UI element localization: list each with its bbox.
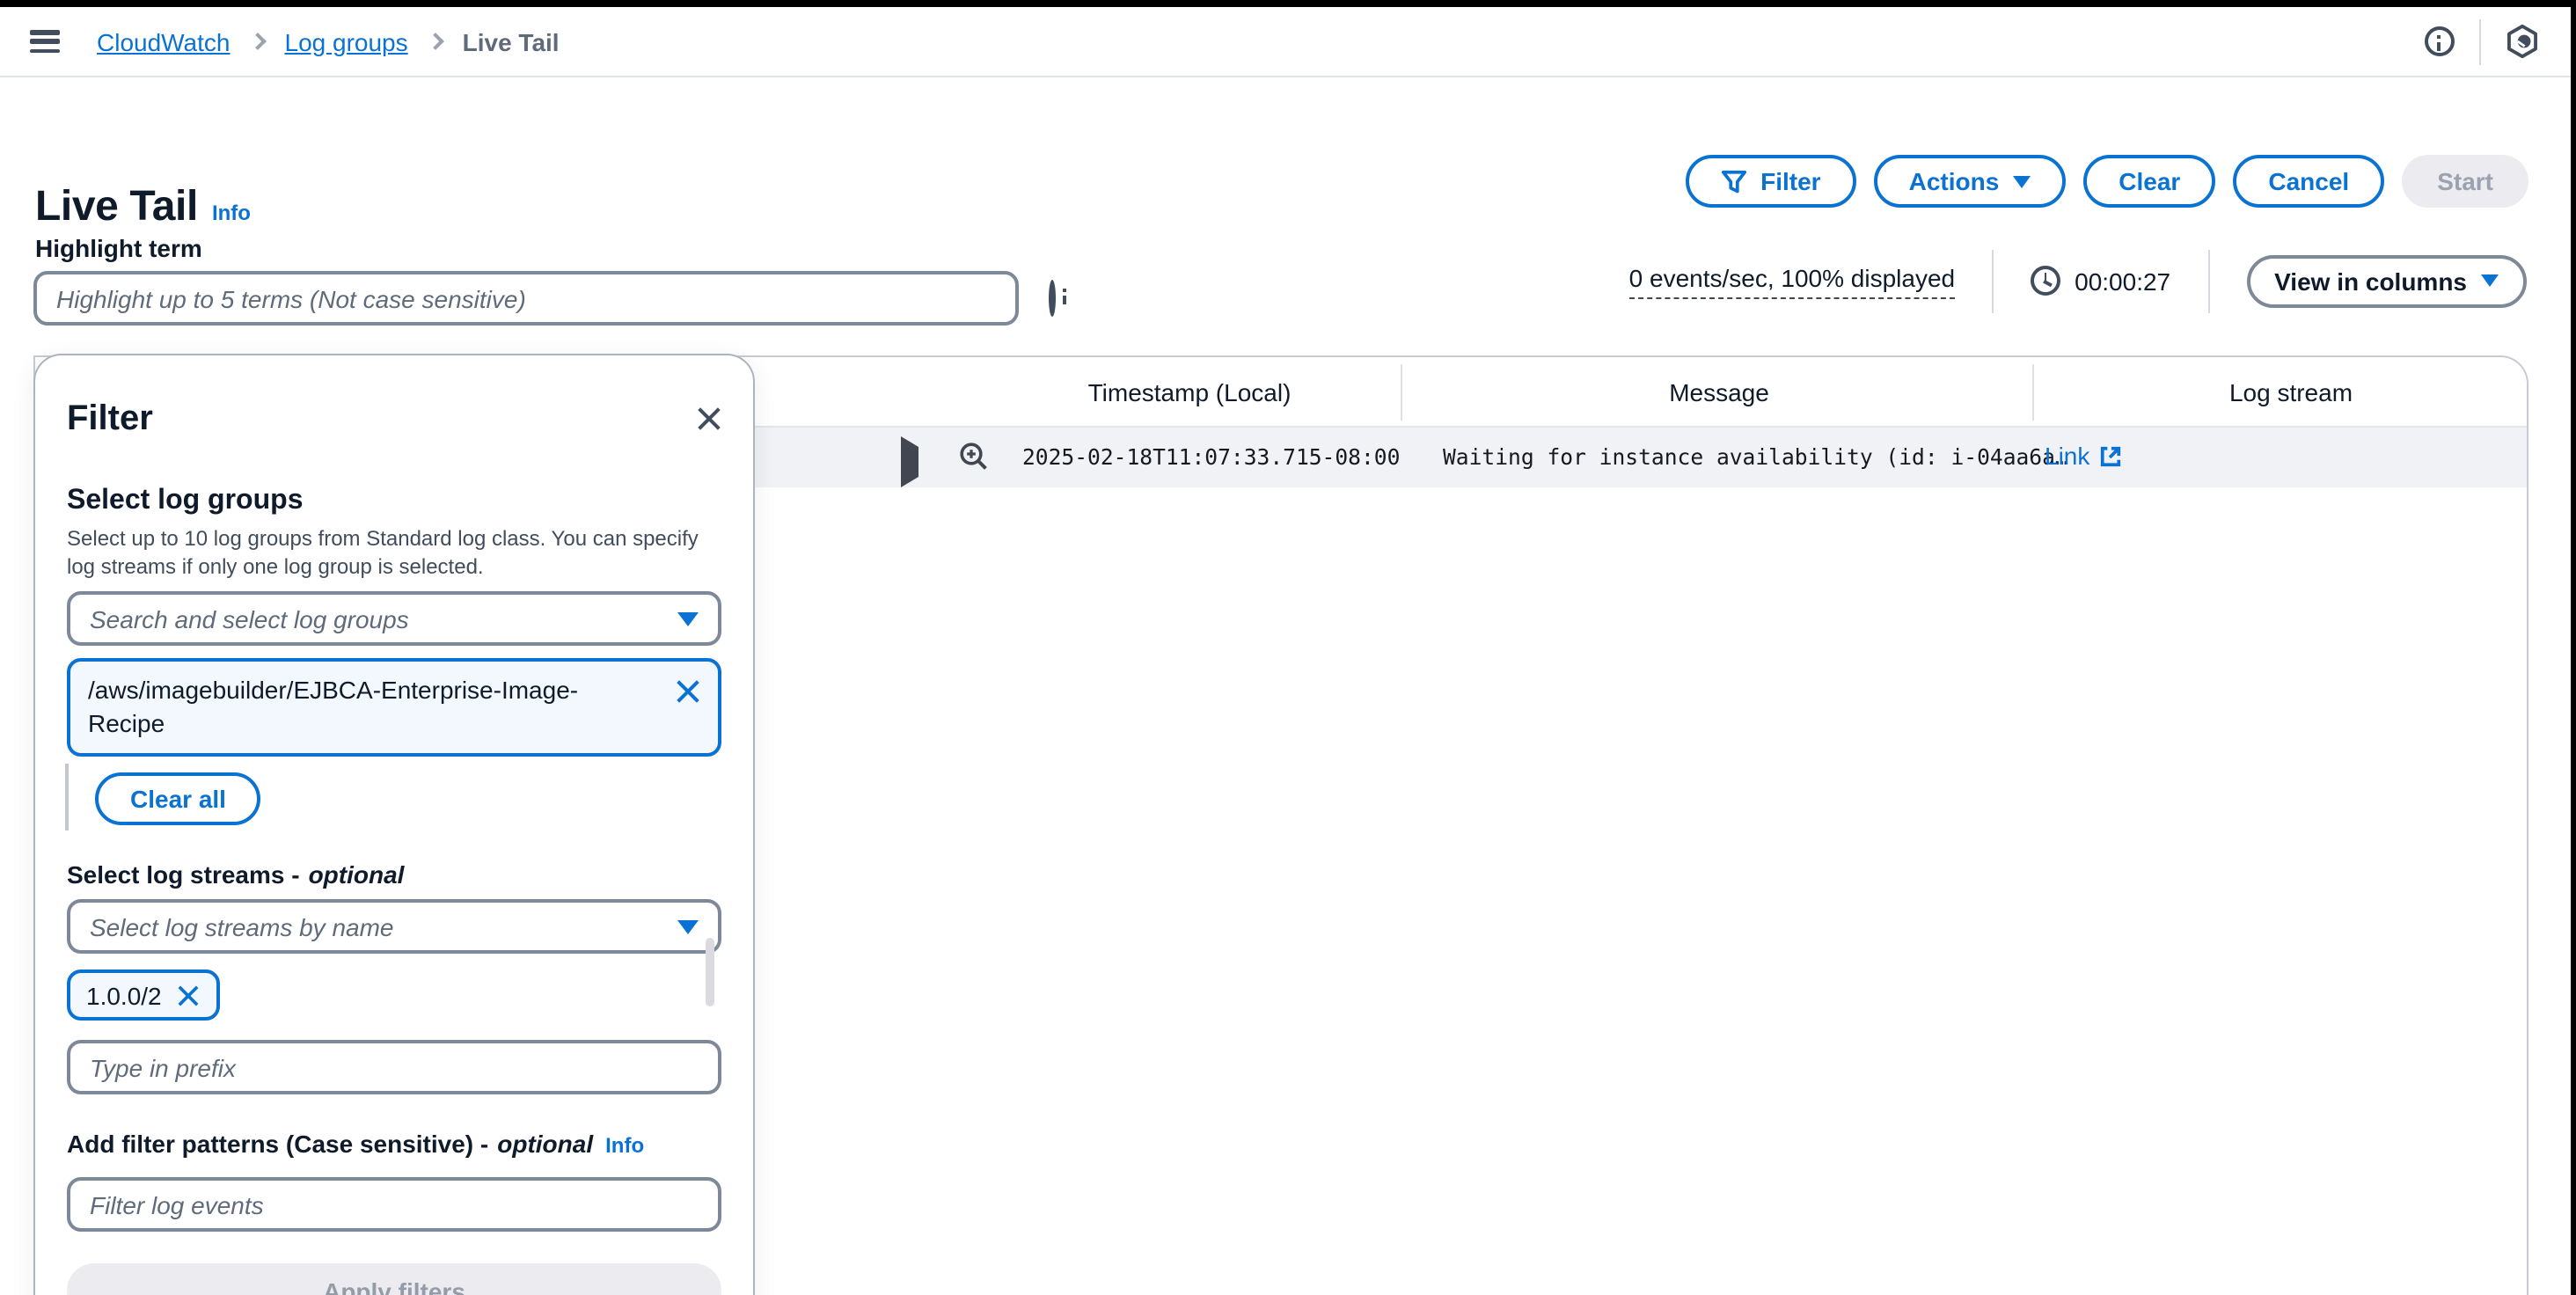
clear-button-label: Clear — [2119, 167, 2180, 195]
session-status-bar: 0 events/sec, 100% displayed 00:00:27 Vi… — [1629, 253, 2527, 308]
cloudshell-icon — [2503, 23, 2540, 60]
column-header-timestamp: Timestamp (Local) — [1088, 378, 1292, 406]
view-in-columns-label: View in columns — [2274, 267, 2467, 295]
filter-patterns-label-text: Add filter patterns (Case sensitive) - — [67, 1130, 488, 1158]
highlight-term-label: Highlight term — [35, 234, 202, 262]
column-header-message: Message — [1669, 378, 1769, 406]
chevron-right-icon — [427, 33, 444, 50]
highlight-term-input[interactable] — [33, 271, 1019, 326]
clear-button[interactable]: Clear — [2083, 155, 2215, 208]
session-timer: 00:00:27 — [2031, 266, 2170, 296]
event-timestamp: 2025-02-18T11:07:33.715-08:00 — [1022, 445, 1400, 470]
external-link-icon — [2098, 444, 2121, 467]
hamburger-menu-icon[interactable] — [30, 30, 60, 53]
inspect-event-button[interactable] — [959, 442, 989, 480]
clock-icon — [2031, 266, 2060, 296]
page-title: Live Tail — [35, 183, 198, 232]
select-log-groups-description: Select up to 10 log groups from Standard… — [67, 524, 721, 581]
caret-down-icon — [2013, 175, 2031, 187]
caret-down-icon — [677, 611, 699, 626]
nav-utilities — [2409, 11, 2551, 71]
filter-panel: Filter Select log groups Select up to 10… — [33, 354, 755, 1295]
screen-top-edge — [0, 0, 2576, 7]
screen-right-edge — [2571, 0, 2576, 1295]
actions-button-label: Actions — [1909, 167, 2000, 195]
log-streams-select-placeholder: Select log streams by name — [90, 912, 677, 940]
help-button[interactable] — [2409, 11, 2469, 71]
start-button-label: Start — [2437, 167, 2493, 195]
filter-pattern-input[interactable] — [67, 1177, 721, 1232]
clear-all-row: Clear all — [67, 772, 721, 825]
log-streams-select[interactable]: Select log streams by name — [67, 899, 721, 954]
column-header-log-stream: Log stream — [2229, 378, 2353, 406]
log-group-token: /aws/imagebuilder/EJBCA-Enterprise-Image… — [67, 658, 721, 757]
actions-button[interactable]: Actions — [1874, 155, 2067, 208]
divider — [2207, 249, 2209, 312]
cancel-button[interactable]: Cancel — [2233, 155, 2384, 208]
optional-text: optional — [309, 860, 405, 889]
zoom-in-icon — [959, 442, 989, 472]
filter-button[interactable]: Filter — [1685, 155, 1855, 208]
clear-all-label: Clear all — [130, 785, 226, 813]
select-log-groups-label: Select log groups — [67, 486, 721, 517]
events-rate-stat[interactable]: 0 events/sec, 100% displayed — [1629, 263, 1955, 298]
filter-panel-title: Filter — [67, 399, 153, 439]
token-list-scrollbar[interactable] — [706, 938, 714, 1006]
column-divider[interactable] — [2032, 364, 2034, 421]
chevron-right-icon — [249, 33, 267, 50]
log-stream-token-label: 1.0.0/2 — [86, 981, 162, 1009]
log-groups-select[interactable]: Search and select log groups — [67, 591, 721, 646]
cancel-button-label: Cancel — [2268, 167, 2349, 195]
select-log-streams-label-text: Select log streams - — [67, 860, 300, 889]
log-stream-token: 1.0.0/2 — [67, 969, 220, 1021]
breadcrumb-log-groups[interactable]: Log groups — [285, 27, 408, 55]
filter-panel-header: Filter — [67, 398, 721, 440]
nav-divider — [2479, 18, 2481, 64]
live-tail-page: CloudWatch Log groups Live Tail Live Tai… — [0, 0, 2576, 1295]
log-group-token-label: /aws/imagebuilder/EJBCA-Enterprise-Image… — [88, 674, 616, 741]
info-icon — [2424, 26, 2454, 56]
toolbar: Filter Actions Clear Cancel Start — [1685, 155, 2528, 208]
caret-down-icon — [2481, 274, 2499, 287]
stream-prefix-input[interactable] — [67, 1040, 721, 1094]
log-stream-link[interactable]: Link — [2045, 442, 2121, 470]
expand-row-button[interactable] — [901, 447, 918, 479]
apply-filters-button[interactable]: Apply filters — [67, 1263, 721, 1295]
breadcrumb-cloudwatch[interactable]: CloudWatch — [97, 27, 231, 55]
event-message: Waiting for instance availability (id: i… — [1443, 445, 2068, 470]
filter-patterns-info-link[interactable]: Info — [605, 1133, 644, 1158]
divider — [1992, 249, 1994, 312]
funnel-icon — [1720, 168, 1746, 194]
dismiss-token-icon[interactable] — [177, 984, 199, 1006]
highlight-term-field — [33, 271, 1019, 326]
select-log-streams-label: Select log streams - optional — [67, 860, 721, 889]
filter-patterns-label: Add filter patterns (Case sensitive) - o… — [67, 1130, 721, 1158]
caret-down-icon — [677, 919, 699, 933]
dismiss-token-icon[interactable] — [676, 679, 700, 704]
clear-all-button[interactable]: Clear all — [95, 772, 261, 825]
filter-button-label: Filter — [1760, 167, 1820, 195]
start-button[interactable]: Start — [2402, 155, 2528, 208]
log-groups-select-placeholder: Search and select log groups — [90, 604, 677, 633]
highlight-info-button[interactable] — [1049, 283, 1056, 315]
stream-prefix-field — [67, 1040, 721, 1094]
filter-pattern-field — [67, 1177, 721, 1232]
optional-text: optional — [497, 1130, 593, 1158]
view-in-columns-button[interactable]: View in columns — [2246, 254, 2527, 307]
breadcrumb-current: Live Tail — [463, 27, 560, 55]
play-icon — [901, 436, 918, 487]
session-timer-value: 00:00:27 — [2075, 267, 2170, 295]
column-divider[interactable] — [1401, 364, 1402, 421]
info-icon — [1049, 280, 1056, 317]
log-stream-link-label: Link — [2045, 442, 2089, 470]
top-navigation: CloudWatch Log groups Live Tail — [0, 7, 2576, 77]
close-icon[interactable] — [697, 406, 721, 431]
cloudshell-button[interactable] — [2492, 11, 2551, 71]
page-title-info-link[interactable]: Info — [212, 201, 251, 225]
breadcrumb: CloudWatch Log groups Live Tail — [97, 27, 560, 55]
